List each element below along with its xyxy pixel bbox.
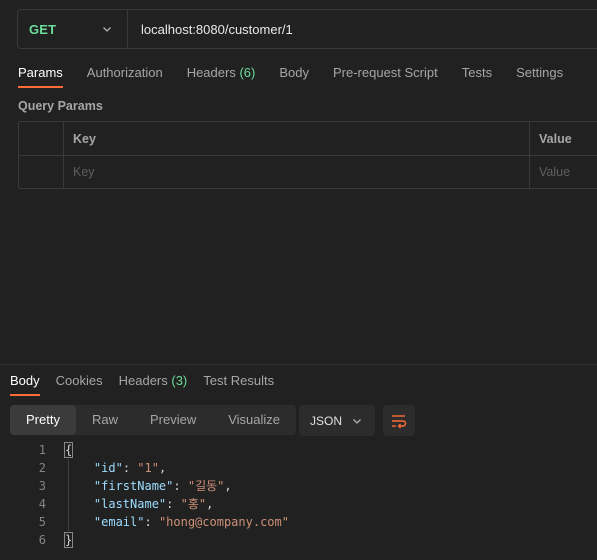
value-input[interactable]: Value	[530, 156, 597, 188]
json-key: "lastName"	[93, 497, 167, 511]
request-tabs: Params Authorization Headers (6) Body Pr…	[18, 58, 587, 88]
json-value: "길동"	[187, 479, 225, 493]
tab-label: Pre-request Script	[332, 65, 438, 80]
line-number: 6	[38, 533, 46, 547]
line-number: 2	[38, 461, 46, 475]
pane-divider[interactable]	[0, 364, 597, 365]
tab-test-results[interactable]: Test Results	[203, 367, 274, 395]
url-input[interactable]	[128, 10, 597, 48]
open-brace: {	[63, 442, 74, 458]
view-mode-control: Pretty Raw Preview Visualize	[10, 405, 297, 435]
tab-label: Body	[10, 373, 40, 388]
json-key: "email"	[93, 515, 145, 529]
query-params-table: Key Value Key Value	[18, 121, 597, 189]
line-number: 4	[38, 497, 46, 511]
code-text: "lastName": "홍",	[93, 497, 214, 511]
tab-label: Settings	[516, 65, 564, 80]
code-text: "email": "hong@company.com"	[93, 515, 289, 529]
tab-authorization[interactable]: Authorization	[87, 58, 163, 88]
table-header-row: Key Value	[19, 122, 597, 155]
code-line: 3 "firstName": "길동",	[0, 477, 597, 495]
json-key: "id"	[93, 461, 123, 475]
tab-pre-request-script[interactable]: Pre-request Script	[333, 58, 438, 88]
tab-response-headers[interactable]: Headers (3)	[119, 367, 188, 395]
code-text: "firstName": "길동",	[93, 479, 232, 493]
code-line: 1 {	[0, 441, 597, 459]
tab-params[interactable]: Params	[18, 58, 63, 88]
response-code-view[interactable]: 1 { 2 "id": "1", 3 "firstName": "길동", 4 …	[0, 441, 597, 549]
key-input[interactable]: Key	[64, 156, 530, 188]
tab-label: Cookies	[55, 373, 103, 388]
code-line: 2 "id": "1",	[0, 459, 597, 477]
row-checkbox-cell	[19, 156, 64, 188]
tab-label: Tests	[461, 65, 493, 80]
query-params-title: Query Params	[18, 99, 103, 113]
tab-headers[interactable]: Headers (6)	[187, 58, 256, 88]
raw-button[interactable]: Raw	[76, 405, 134, 435]
code-line: 5 "email": "hong@company.com"	[0, 513, 597, 531]
wrap-lines-button[interactable]	[383, 405, 415, 436]
pretty-button[interactable]: Pretty	[10, 405, 76, 435]
tab-label: Headers	[186, 65, 236, 80]
line-number: 3	[38, 479, 46, 493]
json-value: "1"	[137, 461, 159, 475]
tab-response-body[interactable]: Body	[10, 367, 40, 396]
format-label: JSON	[310, 413, 343, 428]
line-number: 1	[38, 443, 46, 457]
tab-label: Headers	[118, 373, 168, 388]
code-line: 6 }	[0, 531, 597, 549]
headers-count: (6)	[239, 65, 256, 80]
tab-body[interactable]: Body	[279, 58, 309, 88]
tab-label: Test Results	[203, 373, 275, 388]
tab-tests[interactable]: Tests	[462, 58, 492, 88]
json-value: "홍"	[180, 497, 207, 511]
method-label: GET	[29, 21, 57, 37]
request-bar: GET	[17, 9, 597, 49]
code-text: }	[63, 531, 74, 549]
key-column-header: Key	[64, 122, 530, 155]
tab-label: Params	[18, 65, 63, 80]
tab-response-cookies[interactable]: Cookies	[56, 367, 103, 395]
code-text: "id": "1",	[93, 461, 167, 475]
close-brace: }	[63, 532, 74, 548]
visualize-button[interactable]: Visualize	[212, 405, 296, 435]
tab-label: Body	[279, 65, 309, 80]
response-tabs: Body Cookies Headers (3) Test Results	[10, 367, 290, 396]
json-key: "firstName"	[93, 479, 174, 493]
json-value: "hong@company.com"	[158, 515, 289, 529]
line-number: 5	[38, 515, 46, 529]
wrap-lines-icon	[392, 414, 407, 428]
chevron-down-icon	[353, 418, 361, 424]
code-line: 4 "lastName": "홍",	[0, 495, 597, 513]
preview-button[interactable]: Preview	[134, 405, 212, 435]
format-select[interactable]: JSON	[299, 405, 375, 436]
method-select[interactable]: GET	[18, 10, 128, 48]
value-column-header: Value	[539, 131, 572, 146]
code-text: {	[63, 441, 74, 459]
chevron-down-icon	[103, 27, 111, 32]
tab-settings[interactable]: Settings	[516, 58, 563, 88]
checkbox-column-header	[19, 122, 64, 155]
tab-label: Authorization	[86, 65, 163, 80]
response-headers-count: (3)	[171, 373, 188, 388]
table-row: Key Value	[19, 155, 597, 188]
